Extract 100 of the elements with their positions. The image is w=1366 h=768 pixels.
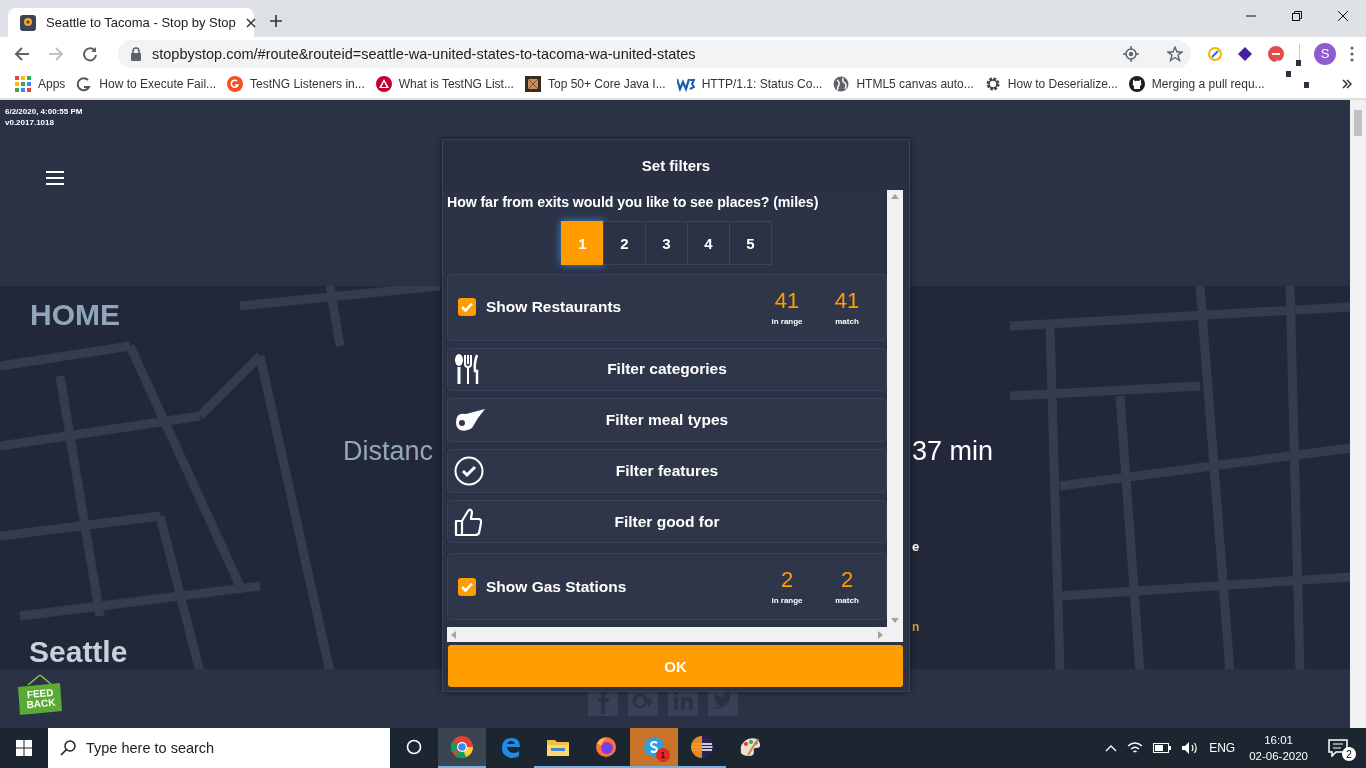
chrome-icon bbox=[451, 736, 473, 758]
distance-option[interactable]: 4 bbox=[687, 221, 730, 265]
location-target-icon[interactable] bbox=[1123, 45, 1139, 62]
bookmark[interactable]: Merging a pull requ... bbox=[1125, 73, 1271, 95]
edge-logo-icon bbox=[499, 736, 521, 758]
menu-button[interactable] bbox=[46, 170, 66, 186]
double-chevron-icon bbox=[1342, 79, 1352, 89]
swirl-icon[interactable] bbox=[76, 76, 93, 92]
vertical-scrollbar[interactable] bbox=[887, 190, 903, 627]
filter-row-button[interactable]: Filter good for bbox=[447, 499, 887, 544]
filter-row-button[interactable]: Filter categories bbox=[447, 347, 887, 392]
checkbox[interactable] bbox=[458, 298, 476, 317]
url-text: stopbystop.com/#route&routeid=seattle-wa-united-states-to-tacoma-wa-united-states bbox=[152, 45, 697, 62]
distance-option[interactable]: 3 bbox=[645, 221, 688, 265]
close-icon bbox=[1338, 11, 1348, 21]
ham-leg-icon bbox=[454, 408, 486, 433]
timestamp-text: 6/2/2020, 4:00:55 PM bbox=[5, 106, 84, 117]
circle-icon[interactable] bbox=[227, 76, 244, 92]
filter-row-button[interactable]: Filter features bbox=[447, 449, 887, 493]
bookmark[interactable]: What is TestNG List... bbox=[372, 73, 520, 95]
cutlery-icon bbox=[454, 353, 480, 386]
count-caption: match bbox=[835, 596, 859, 606]
profile-avatar[interactable]: S bbox=[1314, 42, 1336, 65]
count-value: 41 bbox=[774, 288, 800, 313]
search-icon bbox=[60, 740, 76, 756]
text-fragment: e bbox=[912, 539, 920, 555]
battery-icon[interactable] bbox=[1153, 743, 1172, 753]
checkmark-icon bbox=[461, 581, 473, 592]
distance-text: Distanc bbox=[343, 436, 435, 468]
city-name: Seattle bbox=[29, 634, 128, 669]
horizontal-scrollbar[interactable] bbox=[447, 627, 903, 642]
bookmark[interactable]: Top 50+ Core Java I... bbox=[521, 73, 672, 95]
more-bookmarks-button[interactable] bbox=[1342, 79, 1352, 89]
count-value: 2 bbox=[780, 568, 794, 593]
box-icon[interactable] bbox=[524, 76, 541, 92]
distance-question: How far from exits would you like to see places? (miles) bbox=[447, 194, 820, 210]
taskbar-clock[interactable]: 16:01 02-06-2020 bbox=[1249, 732, 1308, 764]
chevron-up-icon[interactable] bbox=[1105, 744, 1118, 752]
browser-tab[interactable]: Seattle to Tacoma - Stop by Stop bbox=[8, 8, 254, 37]
bookmark[interactable]: HTTP/1.1: Status Co... bbox=[673, 73, 829, 95]
count-value: 2 bbox=[840, 568, 854, 593]
reload-icon bbox=[82, 45, 98, 62]
toggle-label: Show Gas Stations bbox=[486, 577, 628, 596]
page-scrollbar[interactable] bbox=[1350, 100, 1366, 728]
circle-icon bbox=[406, 739, 422, 755]
left-arrow-icon bbox=[451, 630, 456, 639]
distance-option[interactable]: 5 bbox=[729, 221, 772, 265]
bookmark[interactable]: How to Execute Fail... bbox=[73, 73, 223, 95]
tab-title: Seattle to Tacoma - Stop by Stop bbox=[46, 15, 236, 30]
speaker-icon[interactable] bbox=[1181, 741, 1200, 755]
lock-icon bbox=[130, 46, 142, 61]
triangle-logo-icon[interactable] bbox=[375, 76, 392, 92]
bookmark[interactable]: HTML5 canvas auto... bbox=[830, 73, 980, 95]
distance-option[interactable]: 2 bbox=[603, 221, 646, 265]
logo-icon[interactable] bbox=[676, 76, 695, 92]
windows-logo-icon bbox=[16, 740, 32, 756]
eclipse-sphere-icon bbox=[690, 735, 714, 759]
dialog-title: Set filters bbox=[443, 140, 909, 190]
circle-checkmark-icon bbox=[454, 455, 484, 486]
apps-grid-icon[interactable] bbox=[15, 76, 31, 92]
taskbar-app[interactable] bbox=[438, 728, 486, 768]
cat-logo-icon[interactable] bbox=[1128, 76, 1145, 92]
paint-palette-icon bbox=[738, 735, 762, 759]
diamond-icon[interactable] bbox=[1237, 45, 1253, 62]
timestamp-text: v0.2017.1018 bbox=[5, 117, 55, 128]
up-arrow-icon bbox=[891, 194, 899, 199]
language-indicator[interactable]: ENG bbox=[1209, 741, 1236, 755]
wifi-icon[interactable] bbox=[1127, 741, 1144, 755]
globe-icon[interactable] bbox=[833, 76, 850, 92]
toggle-label: Show Restaurants bbox=[486, 298, 623, 317]
menu-icon bbox=[46, 170, 66, 186]
close-icon[interactable] bbox=[245, 17, 256, 28]
address-bar[interactable]: stopbystop.com/#route&routeid=seattle-wa-united-states-to-tacoma-wa-united-states bbox=[118, 39, 1191, 68]
checkbox[interactable] bbox=[458, 577, 476, 596]
notifications-button[interactable]: 2 bbox=[1328, 733, 1358, 763]
extension-icon[interactable] bbox=[1207, 45, 1223, 62]
extension-badge-icon[interactable] bbox=[1267, 45, 1285, 62]
count-caption: in range bbox=[771, 316, 803, 326]
gear-icon[interactable] bbox=[984, 76, 1001, 92]
taskbar-search-field[interactable]: Type here to search bbox=[48, 728, 390, 768]
plus-icon bbox=[270, 15, 282, 27]
thumbs-up-icon bbox=[454, 506, 482, 537]
duration-text: 37 min bbox=[912, 436, 994, 468]
page-heading: HOME bbox=[30, 298, 120, 333]
more-menu-icon[interactable] bbox=[1350, 45, 1354, 62]
filter-row-button[interactable]: Filter meal types bbox=[447, 398, 887, 442]
bookmark[interactable]: Apps bbox=[12, 73, 72, 95]
map-pin-icon bbox=[20, 14, 36, 31]
checkmark-icon bbox=[461, 302, 473, 313]
count-caption: match bbox=[835, 316, 859, 326]
firefox-icon bbox=[595, 736, 617, 758]
bookmark[interactable]: How to Deserialize... bbox=[981, 73, 1124, 95]
restore-icon bbox=[1292, 11, 1302, 21]
count-caption: in range bbox=[771, 596, 803, 606]
bookmark[interactable]: TestNG Listeners in... bbox=[224, 73, 371, 95]
text-fragment: n bbox=[912, 620, 920, 635]
star-icon[interactable] bbox=[1167, 45, 1183, 62]
back-arrow-icon bbox=[14, 45, 30, 62]
taskbar-app[interactable]: 1 bbox=[630, 728, 678, 768]
speech-bubble-icon bbox=[1328, 739, 1348, 757]
